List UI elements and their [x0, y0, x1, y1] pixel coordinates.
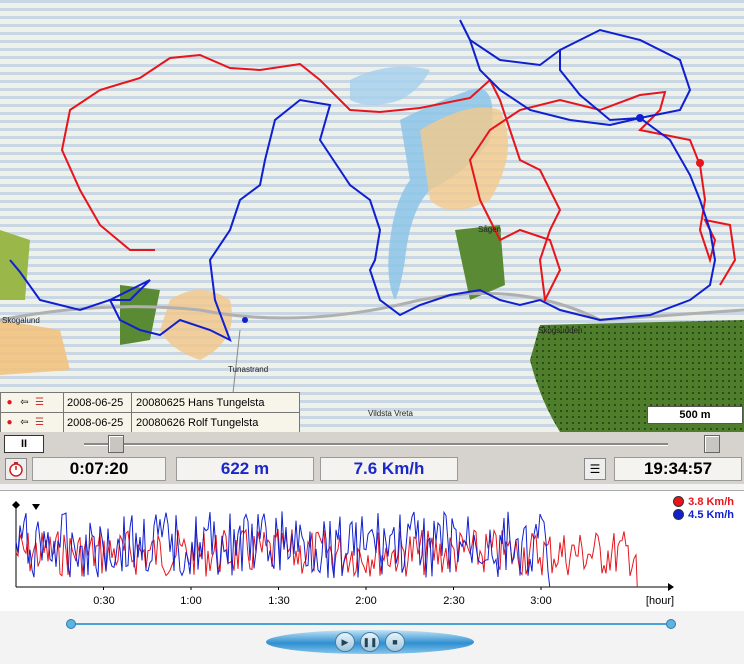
- x-tick-label: 2:30: [443, 595, 465, 607]
- time-slider-bar: II: [0, 432, 744, 454]
- track-date: 2008-06-25: [64, 393, 132, 412]
- pause-playback-button[interactable]: ❚❚: [360, 632, 380, 652]
- arrow-left-icon[interactable]: ⇦: [18, 416, 31, 429]
- x-tick-label: 1:30: [268, 595, 290, 607]
- status-bar: 0:07:20 622 m 7.6 Km/h ☰ 19:34:57: [0, 454, 744, 484]
- legend-item: 3.8 Km/h: [673, 495, 734, 508]
- visibility-toggle-icon[interactable]: ●: [3, 396, 16, 409]
- clock-time: 19:34:57: [614, 457, 742, 481]
- speed-graph-canvas: [12, 501, 674, 591]
- elapsed-time: 0:07:20: [32, 457, 166, 481]
- list-icon[interactable]: ☰: [33, 396, 46, 409]
- track-row-icons: ● ⇦ ☰: [1, 393, 64, 412]
- track-name: 20080626 Rolf Tungelsta: [136, 416, 259, 429]
- pause-button[interactable]: II: [4, 435, 44, 453]
- speed-graph[interactable]: 3.8 Km/h 4.5 Km/h 0:30 1:00 1:30 2:00 2:…: [0, 490, 744, 611]
- arrow-left-icon[interactable]: ⇦: [18, 396, 31, 409]
- track-name: 20080625 Hans Tungelsta: [136, 396, 265, 409]
- legend-label: 3.8 Km/h: [688, 495, 734, 508]
- playback-slider[interactable]: [70, 623, 670, 625]
- play-button[interactable]: ▶: [335, 632, 355, 652]
- pause-icon: ❚❚: [362, 636, 378, 647]
- x-axis-unit-label: [hour]: [645, 595, 675, 607]
- place-label: Vildsta Vreta: [368, 409, 413, 418]
- track-row[interactable]: ● ⇦ ☰ 2008-06-25 20080626 Rolf Tungelsta: [0, 413, 300, 432]
- stop-button[interactable]: ■: [385, 632, 405, 652]
- track-date: 2008-06-25: [64, 413, 132, 432]
- x-tick-label: 2:00: [355, 595, 377, 607]
- graph-legend: 3.8 Km/h 4.5 Km/h: [673, 495, 734, 521]
- legend-item: 4.5 Km/h: [673, 508, 734, 521]
- track-list: ● ⇦ ☰ 2008-06-25 20080625 Hans Tungelsta…: [0, 392, 300, 432]
- list-icon[interactable]: ☰: [33, 416, 46, 429]
- visibility-toggle-icon[interactable]: ●: [3, 416, 16, 429]
- stopwatch-icon[interactable]: [5, 458, 27, 480]
- place-label: Sågen: [478, 225, 501, 234]
- red-dot-icon: [673, 496, 685, 507]
- playback-slider-start-knob[interactable]: [66, 619, 76, 629]
- place-label: Skogalund: [2, 316, 40, 325]
- track-row[interactable]: ● ⇦ ☰ 2008-06-25 20080625 Hans Tungelsta: [0, 392, 300, 413]
- time-slider-track[interactable]: [84, 443, 668, 446]
- blue-position-marker: [636, 114, 644, 122]
- time-slider-end-thumb[interactable]: [704, 435, 720, 453]
- list-view-icon[interactable]: ☰: [584, 458, 606, 480]
- map-view[interactable]: Skogalund Tunastrand Vildsta Vreta Sågen…: [0, 0, 744, 432]
- red-position-marker: [696, 159, 704, 167]
- place-label: Tunastrand: [228, 365, 268, 374]
- track-row-icons: ● ⇦ ☰: [1, 413, 64, 432]
- blue-dot-icon: [673, 509, 685, 520]
- scale-bar: 500 m: [647, 406, 743, 424]
- distance-value: 622 m: [176, 457, 314, 481]
- playback-slider-end-knob[interactable]: [666, 619, 676, 629]
- stop-icon: ■: [392, 637, 398, 647]
- x-tick-label: 0:30: [93, 595, 115, 607]
- blue-start-marker: [242, 317, 248, 323]
- cursor-marker-icon: [32, 504, 40, 510]
- x-tick-label: 3:00: [530, 595, 552, 607]
- place-label: Skogsudden: [538, 326, 582, 335]
- play-icon: ▶: [341, 636, 349, 647]
- time-slider-thumb[interactable]: [107, 435, 124, 453]
- x-tick-label: 1:00: [180, 595, 202, 607]
- start-marker-icon: [12, 501, 20, 509]
- speed-value: 7.6 Km/h: [320, 457, 458, 481]
- x-axis-arrow: [668, 583, 674, 591]
- playback-controls: ▶ ❚❚ ■: [0, 612, 744, 664]
- map-canvas[interactable]: Skogalund Tunastrand Vildsta Vreta Sågen…: [0, 0, 744, 432]
- legend-label: 4.5 Km/h: [688, 508, 734, 521]
